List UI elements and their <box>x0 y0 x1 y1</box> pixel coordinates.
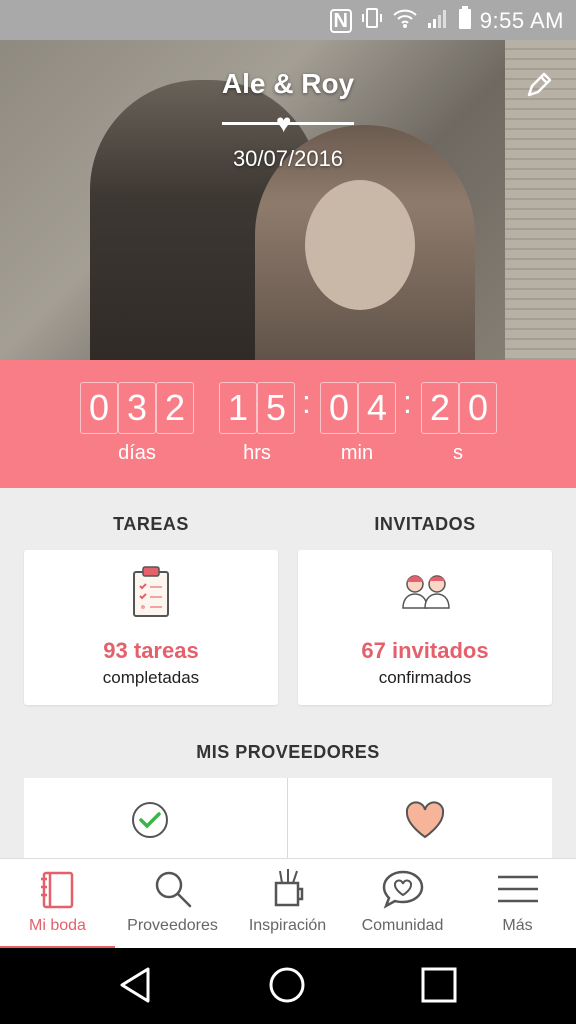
tasks-title: TAREAS <box>113 514 189 534</box>
wifi-icon <box>392 7 418 35</box>
couple-guests-icon <box>398 572 454 615</box>
notebook-icon <box>36 867 80 911</box>
status-bar: N 9:55 AM <box>0 0 576 40</box>
tab-label: Inspiración <box>248 917 327 934</box>
home-icon[interactable] <box>268 966 306 1009</box>
tab-comunidad[interactable]: Comunidad <box>345 859 460 949</box>
minutes-label: min <box>340 442 374 464</box>
edit-pencil-icon[interactable] <box>524 70 554 100</box>
tab-mas[interactable]: Más <box>460 859 575 949</box>
guests-title: INVITADOS <box>374 514 476 534</box>
search-icon <box>151 867 195 911</box>
tab-label: Mi boda <box>29 917 86 934</box>
status-time: 9:55 AM <box>479 8 564 33</box>
days-label: días <box>118 442 156 464</box>
guests-count: 67 invitados <box>361 638 489 663</box>
clipboard-checklist-icon <box>131 564 171 625</box>
hours-digit: 5 <box>257 382 295 434</box>
time-separator: : <box>403 384 412 420</box>
nfc-icon: N <box>329 9 352 33</box>
tab-proveedores[interactable]: Proveedores <box>115 859 230 949</box>
guests-subtitle: confirmados <box>378 668 472 687</box>
seconds-digit: 0 <box>459 382 497 434</box>
tab-label: Comunidad <box>361 917 444 934</box>
guests-card[interactable]: 67 invitados confirmados <box>298 550 552 705</box>
days-digit: 0 <box>80 382 118 434</box>
back-icon[interactable] <box>117 966 153 1009</box>
vendors-favorites-cell[interactable] <box>288 778 552 860</box>
chat-heart-icon <box>381 867 425 911</box>
vendors-card <box>24 778 552 860</box>
status-icons: N 9:55 AM <box>329 6 564 36</box>
heart-icon: ♥ <box>276 108 292 138</box>
favorite-heart-icon <box>404 800 446 845</box>
tab-mi-boda[interactable]: Mi boda <box>0 859 115 949</box>
menu-icon <box>496 867 540 911</box>
hours-digit: 1 <box>219 382 257 434</box>
tasks-card[interactable]: 93 tareas completadas <box>24 550 278 705</box>
hours-label: hrs <box>243 442 271 464</box>
system-navigation-bar <box>0 948 576 1024</box>
seconds-label: s <box>453 442 463 464</box>
battery-icon <box>458 6 472 36</box>
vendors-hired-cell[interactable] <box>24 778 287 860</box>
days-digit: 2 <box>156 382 194 434</box>
wedding-date: 30/07/2016 <box>232 146 344 171</box>
couple-names: Ale & Roy <box>221 68 355 99</box>
vendors-title: MIS PROVEEDORES <box>196 742 380 762</box>
recents-icon[interactable] <box>421 967 457 1008</box>
tab-label: Proveedores <box>127 917 218 934</box>
countdown-bar: 0 3 2 1 5 : 0 4 : 2 0 días hrs min s <box>0 360 576 488</box>
vibrate-icon <box>360 6 384 36</box>
pencil-cup-icon <box>266 867 310 911</box>
tab-inspiracion[interactable]: Inspiración <box>230 859 345 949</box>
tasks-subtitle: completadas <box>102 668 200 687</box>
check-circle-icon <box>130 800 170 845</box>
photo-face <box>305 180 415 310</box>
signal-icon <box>426 7 450 35</box>
minutes-digit: 0 <box>320 382 358 434</box>
bottom-tab-bar: Mi boda Proveedores Inspiración Comunida… <box>0 858 576 949</box>
time-separator: : <box>302 384 311 420</box>
couple-photo-header: Ale & Roy ♥ 30/07/2016 <box>0 40 576 360</box>
tasks-count: 93 tareas <box>103 638 199 663</box>
seconds-digit: 2 <box>421 382 459 434</box>
minutes-digit: 4 <box>358 382 396 434</box>
tab-label: Más <box>502 917 533 934</box>
days-digit: 3 <box>118 382 156 434</box>
